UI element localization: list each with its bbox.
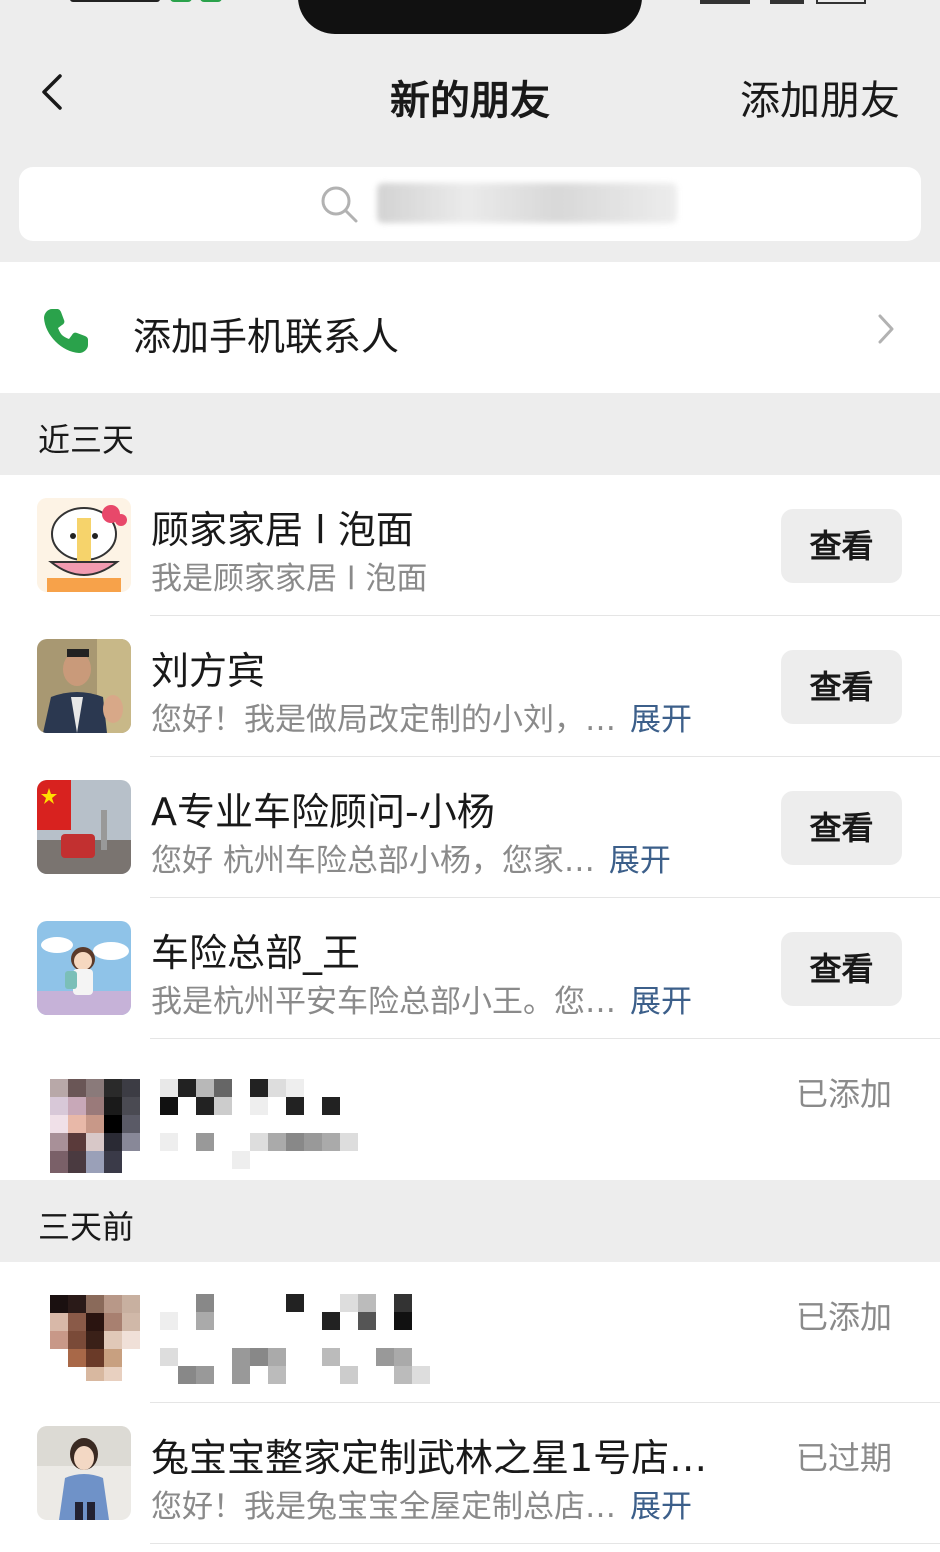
friend-message: 您好 杭州车险总部小杨，您家… 展开 <box>151 835 671 880</box>
section-header-recent: 近三天 <box>0 393 940 475</box>
avatar <box>37 780 131 874</box>
friend-name: 刘方宾 <box>151 649 266 693</box>
avatar <box>37 1426 131 1520</box>
message-text: 我是杭州平安车险总部小王。您… <box>151 984 616 1020</box>
phone-icon <box>44 309 88 353</box>
list-item[interactable]: 刘方宾 您好！我是做局改定制的小刘，… 展开 查看 <box>0 616 940 757</box>
expand-link[interactable]: 展开 <box>630 1489 692 1525</box>
pixelated-name <box>160 1294 430 1384</box>
friend-name: 兔宝宝整家定制武林之星1号店… <box>151 1436 708 1480</box>
message-text: 您好！我是做局改定制的小刘，… <box>151 702 616 738</box>
friend-name: 顾家家居 l 泡面 <box>151 508 414 552</box>
friend-message: 我是顾家家居 l 泡面 <box>151 553 427 598</box>
search-placeholder <box>377 183 677 223</box>
friend-request-list-recent: 顾家家居 l 泡面 我是顾家家居 l 泡面 查看 刘方宾 您好！我是做局改定制的… <box>0 475 940 1180</box>
status-bar-right <box>700 0 870 6</box>
message-text: 您好 杭州车险总部小杨，您家… <box>151 843 595 879</box>
expand-link[interactable]: 展开 <box>630 984 692 1020</box>
avatar <box>37 921 131 1015</box>
section-title: 近三天 <box>38 421 135 459</box>
avatar-pixelated <box>50 1079 144 1173</box>
view-button[interactable]: 查看 <box>781 932 902 1006</box>
chevron-right-icon <box>878 314 894 344</box>
status-label: 已添加 <box>795 1075 892 1113</box>
friend-message: 我是杭州平安车险总部小王。您… 展开 <box>151 976 692 1021</box>
view-button[interactable]: 查看 <box>781 791 902 865</box>
status-label: 已添加 <box>795 1298 892 1336</box>
add-friend-button[interactable]: 添加朋友 <box>740 68 900 126</box>
friend-name: 车险总部_王 <box>151 931 361 975</box>
list-item[interactable]: 已添加 <box>0 1039 940 1180</box>
status-bar-left <box>70 0 240 8</box>
expand-link[interactable]: 展开 <box>630 702 692 738</box>
avatar <box>37 639 131 733</box>
friend-message: 您好！我是做局改定制的小刘，… 展开 <box>151 694 692 739</box>
status-label: 已过期 <box>795 1439 892 1477</box>
status-bar <box>0 0 940 34</box>
expand-link[interactable]: 展开 <box>609 843 671 879</box>
list-item[interactable]: 兔宝宝整家定制武林之星1号店… 您好！我是兔宝宝全屋定制总店… 展开 已过期 <box>0 1403 940 1544</box>
section-title: 三天前 <box>38 1208 135 1246</box>
list-item[interactable]: 顾家家居 l 泡面 我是顾家家居 l 泡面 查看 <box>0 475 940 616</box>
friend-request-list-earlier: 已添加 兔宝宝整家定制武林之星1号店… 您好！我是兔宝宝全屋定制总店… 展开 已过… <box>0 1262 940 1552</box>
view-button[interactable]: 查看 <box>781 650 902 724</box>
section-header-earlier: 三天前 <box>0 1180 940 1262</box>
nav-bar: 新的朋友 添加朋友 <box>0 40 940 150</box>
list-item[interactable]: 车险总部_王 我是杭州平安车险总部小王。您… 展开 查看 <box>0 898 940 1039</box>
search-icon <box>321 186 358 223</box>
message-text: 您好！我是兔宝宝全屋定制总店… <box>151 1489 616 1525</box>
list-item[interactable]: 已添加 <box>0 1262 940 1403</box>
search-input[interactable] <box>19 167 921 241</box>
dynamic-island <box>298 0 642 34</box>
add-phone-contacts-row[interactable]: 添加手机联系人 <box>0 262 940 393</box>
message-text: 我是顾家家居 l 泡面 <box>151 561 428 597</box>
avatar-pixelated <box>50 1295 144 1381</box>
view-button[interactable]: 查看 <box>781 509 902 583</box>
add-phone-contacts-label: 添加手机联系人 <box>133 315 400 359</box>
friend-name: A专业车险顾问-小杨 <box>151 790 495 834</box>
pixelated-name <box>160 1079 358 1169</box>
list-item[interactable]: A专业车险顾问-小杨 您好 杭州车险总部小杨，您家… 展开 查看 <box>0 757 940 898</box>
friend-message: 您好！我是兔宝宝全屋定制总店… 展开 <box>151 1481 692 1526</box>
avatar <box>37 498 131 592</box>
